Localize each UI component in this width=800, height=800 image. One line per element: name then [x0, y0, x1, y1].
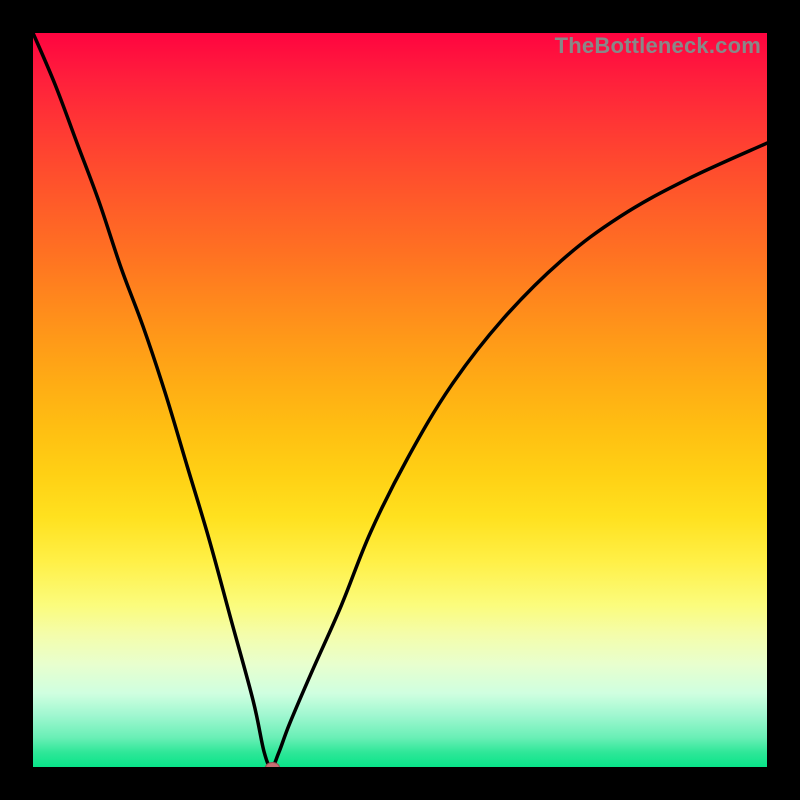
optimum-marker [265, 762, 280, 767]
chart-frame: TheBottleneck.com [0, 0, 800, 800]
watermark: TheBottleneck.com [555, 33, 761, 59]
bottleneck-curve [33, 33, 767, 767]
plot-area: TheBottleneck.com [33, 33, 767, 767]
